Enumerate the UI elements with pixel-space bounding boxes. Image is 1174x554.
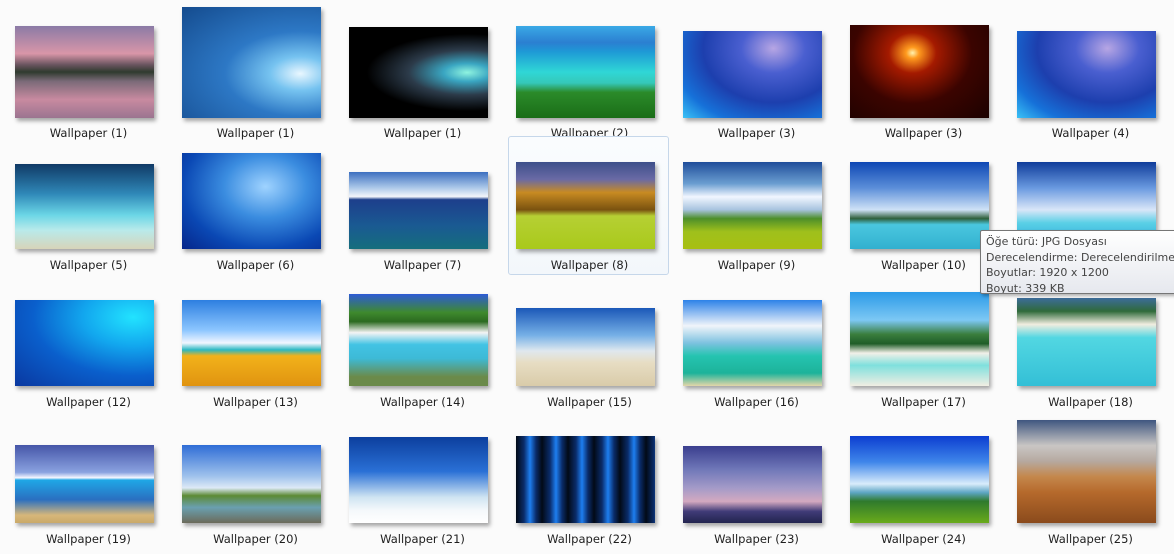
tooltip-item-type: Öğe türü: JPG Dosyası bbox=[986, 235, 1107, 248]
file-name-label: Wallpaper (19) bbox=[46, 532, 131, 546]
file-item[interactable]: Wallpaper (25) bbox=[1009, 410, 1170, 549]
thumbnail-image bbox=[683, 162, 822, 249]
file-name-label: Wallpaper (16) bbox=[714, 395, 799, 409]
file-name-label: Wallpaper (17) bbox=[881, 395, 966, 409]
file-item[interactable]: Wallpaper (9) bbox=[675, 136, 836, 275]
file-name-label: Wallpaper (15) bbox=[547, 395, 632, 409]
thumbnail-image bbox=[349, 27, 488, 118]
file-item[interactable]: Wallpaper (14) bbox=[341, 273, 502, 412]
file-item[interactable]: Wallpaper (21) bbox=[341, 410, 502, 549]
file-item[interactable]: Wallpaper (22) bbox=[508, 410, 669, 549]
file-name-label: Wallpaper (5) bbox=[49, 258, 128, 272]
file-name-label: Wallpaper (14) bbox=[380, 395, 465, 409]
thumbnail-image bbox=[15, 445, 154, 523]
file-item[interactable]: Wallpaper (6) bbox=[174, 136, 335, 275]
file-item[interactable]: Wallpaper (5) bbox=[7, 136, 168, 275]
file-name-label: Wallpaper (24) bbox=[881, 532, 966, 546]
tooltip-dimensions: Boyutlar: 1920 x 1200 bbox=[986, 266, 1109, 279]
thumbnail-image bbox=[850, 292, 989, 386]
file-name-label: Wallpaper (8) bbox=[550, 258, 629, 272]
file-item[interactable]: Wallpaper (16) bbox=[675, 273, 836, 412]
thumbnail-image bbox=[516, 308, 655, 386]
thumbnail-image bbox=[516, 162, 655, 249]
file-name-label: Wallpaper (12) bbox=[46, 395, 131, 409]
thumbnail-image bbox=[1017, 298, 1156, 386]
thumbnail-image bbox=[850, 436, 989, 523]
thumbnail-image bbox=[349, 172, 488, 249]
thumbnail-image bbox=[182, 445, 321, 523]
file-name-label: Wallpaper (9) bbox=[717, 258, 796, 272]
file-name-label: Wallpaper (22) bbox=[547, 532, 632, 546]
thumbnail-image bbox=[516, 26, 655, 118]
thumbnail-image bbox=[683, 31, 822, 118]
file-item[interactable]: Wallpaper (24) bbox=[842, 410, 1003, 549]
file-item[interactable]: Wallpaper (20) bbox=[174, 410, 335, 549]
file-item[interactable]: Wallpaper (2) bbox=[508, 5, 669, 143]
file-item[interactable]: Wallpaper (3) bbox=[842, 5, 1003, 143]
file-item[interactable]: Wallpaper (8) bbox=[508, 136, 669, 275]
file-item[interactable]: Wallpaper (15) bbox=[508, 273, 669, 412]
file-item[interactable]: Wallpaper (1) bbox=[174, 5, 335, 143]
tooltip-rating: Derecelendirme: Derecelendirilmemiş bbox=[986, 250, 1174, 264]
file-name-label: Wallpaper (7) bbox=[383, 258, 462, 272]
file-name-label: Wallpaper (20) bbox=[213, 532, 298, 546]
file-name-label: Wallpaper (6) bbox=[216, 258, 295, 272]
thumbnail-image bbox=[683, 300, 822, 386]
thumbnail-image bbox=[15, 164, 154, 249]
tooltip-size: Boyut: 339 KB bbox=[986, 281, 1065, 294]
file-name-label: Wallpaper (23) bbox=[714, 532, 799, 546]
thumbnail-image bbox=[349, 294, 488, 386]
file-item[interactable]: Wallpaper (17) bbox=[842, 273, 1003, 412]
file-name-label: Wallpaper (13) bbox=[213, 395, 298, 409]
thumbnail-image bbox=[182, 300, 321, 386]
thumbnail-image bbox=[182, 153, 321, 249]
file-item[interactable]: Wallpaper (10) bbox=[842, 136, 1003, 275]
thumbnail-image bbox=[516, 436, 655, 523]
thumbnail-image bbox=[15, 300, 154, 386]
thumbnail-image bbox=[1017, 420, 1156, 523]
file-name-label: Wallpaper (18) bbox=[1048, 395, 1133, 409]
thumbnail-image bbox=[15, 26, 154, 118]
file-item[interactable]: Wallpaper (1) bbox=[7, 5, 168, 143]
file-item[interactable]: Wallpaper (19) bbox=[7, 410, 168, 549]
file-item[interactable]: Wallpaper (13) bbox=[174, 273, 335, 412]
file-name-label: Wallpaper (25) bbox=[1048, 532, 1133, 546]
thumbnail-image bbox=[182, 7, 321, 118]
thumbnail-image bbox=[683, 446, 822, 523]
file-item[interactable]: Wallpaper (7) bbox=[341, 136, 502, 275]
file-item[interactable]: Wallpaper (1) bbox=[341, 5, 502, 143]
thumbnail-image bbox=[850, 162, 989, 249]
file-item[interactable]: Wallpaper (23) bbox=[675, 410, 836, 549]
thumbnail-image bbox=[1017, 31, 1156, 118]
file-info-tooltip: Öğe türü: JPG Dosyası Derecelendirme: De… bbox=[980, 230, 1174, 294]
thumbnail-image bbox=[850, 25, 989, 118]
file-name-label: Wallpaper (21) bbox=[380, 532, 465, 546]
file-item[interactable]: Wallpaper (12) bbox=[7, 273, 168, 412]
thumbnail-image bbox=[349, 437, 488, 523]
file-item[interactable]: Wallpaper (4) bbox=[1009, 5, 1170, 143]
file-item[interactable]: Wallpaper (3) bbox=[675, 5, 836, 143]
